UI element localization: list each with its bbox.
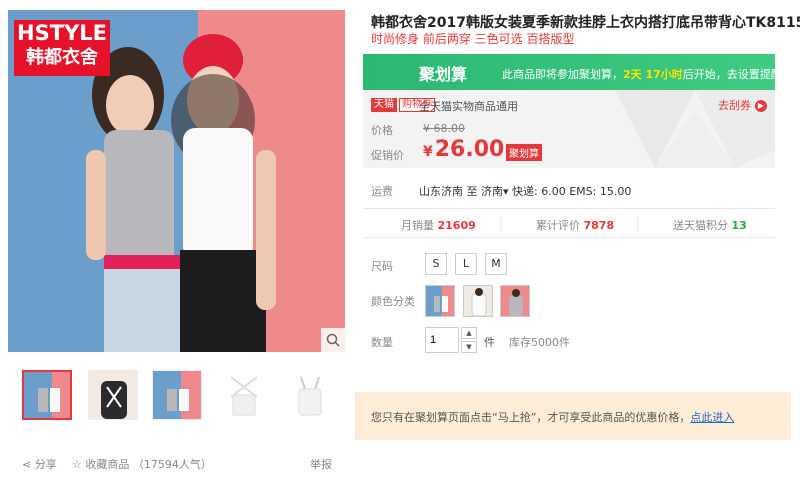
promo-price-value: 26.00 (434, 137, 505, 162)
favorite-button[interactable]: ☆ 收藏商品 （17594人气） (72, 456, 212, 472)
share-icon: ⋖ (22, 458, 32, 471)
price-label: 价格 (371, 124, 393, 137)
monthly-sales-label: 月销量 (401, 219, 434, 232)
tmall-tag: 天猫 (371, 98, 397, 112)
monthly-sales-value: 21609 (437, 219, 476, 232)
divider (500, 217, 501, 231)
product-actions: ⋖ 分享 ☆ 收藏商品 （17594人气） 举报 (22, 456, 332, 472)
promo-price-label: 促销价 (371, 149, 404, 162)
quantity-label: 数量 (371, 336, 393, 349)
color-option-3[interactable] (500, 285, 530, 317)
juhuasuan-logo: 聚划算 (419, 65, 468, 84)
shipping-row: 运费 山东济南 至 济南▾ 快递: 6.00 EMS: 15.00 (371, 183, 631, 199)
thumbnail-3[interactable] (152, 370, 202, 420)
quantity-unit: 件 (484, 336, 495, 349)
brand-logo-line1: HSTYLE (17, 21, 107, 45)
juhuasuan-countdown: 2天 17小时 (623, 68, 683, 81)
juhuasuan-text-before: 此商品即将参加聚划算， (502, 68, 623, 81)
size-option-m[interactable]: M (485, 253, 507, 275)
share-button[interactable]: ⋖ 分享 (22, 456, 57, 472)
stock-count: 库存5000件 (509, 336, 570, 349)
caret-up-icon[interactable]: ▲ (461, 327, 477, 339)
review-count-label: 累计评价 (536, 219, 580, 232)
report-link[interactable]: 举报 (310, 456, 332, 472)
caret-down-icon[interactable]: ▼ (461, 341, 477, 353)
thumbnail-2[interactable] (88, 370, 138, 420)
color-option-2[interactable] (463, 285, 493, 317)
tmall-points-value: 13 (731, 219, 747, 232)
size-option-s[interactable]: S (425, 253, 447, 275)
divider (637, 217, 638, 231)
size-label: 尺码 (371, 260, 393, 273)
arrow-right-icon: ▶ (755, 100, 767, 112)
stats-bar: 月销量 21609 累计评价 7878 送天猫积分 13 (363, 208, 775, 238)
quantity-input[interactable] (425, 327, 459, 353)
promo-price: ¥26.00 (423, 137, 504, 162)
favorite-label: 收藏商品 (85, 458, 130, 471)
tmall-points-label: 送天猫积分 (673, 219, 728, 232)
star-icon: ☆ (72, 458, 82, 471)
notice-link[interactable]: 点此进入 (690, 411, 734, 424)
shipping-value[interactable]: 山东济南 至 济南▾ 快递: 6.00 EMS: 15.00 (419, 185, 631, 198)
original-price: ¥ 68.00 (423, 122, 465, 135)
juhuasuan-notice: 您只有在聚划算页面点击“马上抢”，才可享受此商品的优惠价格，点此进入 (355, 392, 791, 440)
coupon-link[interactable]: 去刮券 ▶ (718, 97, 767, 113)
monthly-sales: 月销量 21609 (401, 217, 476, 233)
coupon-link-label: 去刮券 (718, 99, 751, 112)
juhuasuan-banner[interactable]: 聚划算 此商品即将参加聚划算，2天 17小时后开始，去设置提醒! (363, 54, 786, 90)
thumbnail-1[interactable] (22, 370, 72, 420)
brand-logo: HSTYLE 韩都衣舍 (14, 20, 110, 76)
share-label: 分享 (34, 458, 57, 471)
product-subtitle: 时尚修身 前后两穿 三色可选 百搭版型 (371, 32, 575, 46)
tmall-points: 送天猫积分 13 (673, 217, 747, 233)
review-count-value: 7878 (583, 219, 615, 232)
notice-text: 您只有在聚划算页面点击“马上抢”，才可享受此商品的优惠价格， (371, 411, 691, 424)
coupon-text: 全天猫实物商品通用 (419, 100, 518, 113)
thumbnail-4[interactable] (218, 370, 268, 420)
price-panel: 天猫 购物券 全天猫实物商品通用 去刮券 ▶ 价格 ¥ 68.00 促销价 ¥26.… (363, 90, 775, 168)
main-product-image[interactable]: HSTYLE 韩都衣舍 (8, 10, 345, 352)
product-title: 韩都衣舍2017韩版女装夏季新款挂脖上衣内搭打底吊带背心TK8115甦 (371, 15, 800, 31)
brand-logo-line2: 韩都衣舍 (26, 47, 98, 68)
promo-badge: 聚划算 (506, 144, 542, 161)
review-count[interactable]: 累计评价 7878 (536, 217, 614, 233)
currency-symbol: ¥ (423, 144, 433, 160)
juhuasuan-text-after: 后开始，去设置提醒! (682, 68, 787, 81)
size-option-l[interactable]: L (455, 253, 477, 275)
color-option-1[interactable] (425, 285, 455, 317)
thumbnail-5[interactable] (284, 370, 334, 420)
juhuasuan-text: 此商品即将参加聚划算，2天 17小时后开始，去设置提醒! (502, 66, 786, 82)
notice-text-row: 您只有在聚划算页面点击“马上抢”，才可享受此商品的优惠价格，点此进入 (371, 409, 734, 425)
shipping-label: 运费 (371, 185, 393, 198)
zoom-icon[interactable] (321, 328, 345, 352)
thumbnail-strip (22, 370, 342, 422)
color-label: 颜色分类 (371, 295, 415, 308)
popularity-count: （17594人气） (132, 458, 212, 471)
